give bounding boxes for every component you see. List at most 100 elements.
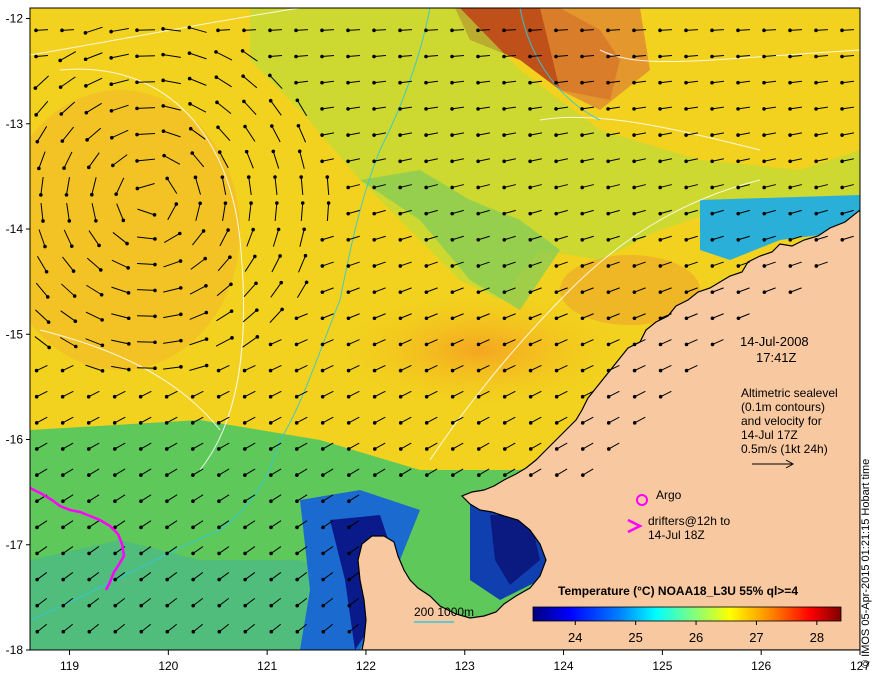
velocity-arrow-head — [684, 342, 689, 347]
velocity-arrow-head — [762, 290, 767, 294]
velocity-arrow-head — [242, 368, 247, 373]
velocity-arrow-head — [502, 368, 507, 373]
velocity-arrow-head — [398, 211, 403, 216]
velocity-arrow-head — [153, 237, 157, 241]
altimetry-line-4: 14-Jul 17Z — [741, 428, 798, 442]
velocity-arrow-head — [295, 98, 300, 103]
velocity-arrow-head — [788, 107, 792, 111]
velocity-arrow-head — [242, 421, 247, 425]
x-tick-label: 123 — [455, 659, 475, 673]
velocity-arrow-head — [554, 237, 559, 242]
velocity-arrow-head — [135, 132, 139, 137]
velocity-arrow-head — [294, 447, 299, 451]
velocity-arrow-head — [632, 28, 636, 33]
velocity-arrow-head — [606, 421, 611, 425]
velocity-arrow-head — [201, 229, 206, 233]
velocity-arrow-head — [476, 80, 480, 85]
velocity-arrow-head — [476, 421, 481, 425]
velocity-arrow-head — [113, 473, 117, 477]
velocity-arrow-head — [476, 28, 480, 33]
velocity-arrow-head — [424, 107, 428, 111]
velocity-arrow-head — [528, 80, 532, 85]
velocity-arrow-head — [320, 28, 324, 33]
velocity-arrow-head — [278, 254, 282, 258]
velocity-arrow-head — [187, 25, 192, 30]
velocity-arrow-head — [451, 473, 455, 477]
velocity-arrow-head — [297, 149, 302, 154]
velocity-arrow-head — [161, 27, 165, 31]
velocity-arrow-head — [814, 28, 818, 33]
velocity-arrow-head — [424, 264, 429, 268]
velocity-arrow-head — [502, 290, 507, 294]
velocity-arrow-head — [450, 54, 454, 59]
velocity-arrow-head — [788, 54, 792, 59]
velocity-arrow-head — [658, 237, 663, 242]
velocity-arrow-head — [153, 262, 157, 267]
velocity-arrow-head — [710, 80, 714, 85]
drifters-line-2: 14-Jul 18Z — [648, 528, 705, 542]
velocity-arrow-head — [580, 211, 585, 216]
y-tick-label: -14 — [6, 222, 24, 236]
velocity-arrow-head — [34, 394, 39, 399]
velocity-arrow-head — [503, 473, 507, 477]
velocity-arrow-head — [87, 473, 91, 477]
velocity-arrow-head — [502, 159, 506, 164]
velocity-arrow-head — [372, 54, 376, 59]
velocity-arrow-head — [203, 256, 207, 261]
velocity-arrow-head — [736, 211, 741, 216]
velocity-arrow-head — [188, 126, 193, 131]
velocity-arrow-head — [425, 473, 429, 477]
velocity-arrow-head — [243, 551, 247, 556]
velocity-arrow-head — [61, 603, 66, 608]
velocity-arrow-head — [164, 447, 169, 451]
velocity-arrow-head — [658, 394, 663, 399]
velocity-arrow-head — [580, 264, 585, 268]
velocity-arrow-head — [554, 80, 558, 85]
colorbar-tick-label: 28 — [810, 630, 824, 645]
velocity-arrow-head — [255, 335, 260, 339]
velocity-arrow-head — [217, 603, 222, 608]
velocity-arrow-head — [450, 211, 455, 216]
velocity-arrow-head — [580, 394, 585, 399]
velocity-arrow-head — [476, 447, 481, 451]
velocity-arrow-head — [126, 266, 130, 270]
velocity-arrow-head — [153, 314, 157, 319]
velocity-arrow-head — [632, 159, 636, 164]
velocity-arrow-head — [34, 54, 38, 59]
velocity-arrow-head — [87, 525, 91, 530]
velocity-arrow-head — [320, 54, 324, 59]
velocity-arrow-head — [320, 368, 325, 373]
velocity-arrow-head — [320, 264, 325, 268]
date-text: 14-Jul-2008 — [740, 334, 809, 349]
velocity-arrow-head — [372, 447, 377, 451]
velocity-arrow-head — [554, 342, 559, 347]
velocity-arrow-head — [450, 421, 455, 425]
velocity-arrow-head — [398, 264, 403, 268]
velocity-arrow-head — [372, 80, 376, 85]
velocity-arrow-head — [161, 52, 165, 57]
velocity-arrow-head — [346, 28, 350, 33]
velocity-arrow-head — [121, 218, 126, 223]
velocity-arrow-head — [113, 551, 117, 556]
velocity-arrow-head — [216, 447, 221, 451]
velocity-arrow-head — [72, 294, 77, 298]
velocity-arrow-head — [346, 264, 351, 268]
velocity-arrow-head — [580, 342, 585, 347]
velocity-arrow-head — [502, 447, 507, 451]
velocity-arrow-head — [240, 49, 245, 53]
velocity-arrow-head — [114, 192, 118, 196]
velocity-arrow — [35, 29, 49, 31]
velocity-arrow-head — [326, 201, 331, 205]
velocity-arrow-head — [372, 211, 377, 216]
velocity-arrow-head — [37, 166, 41, 171]
velocity-arrow-head — [580, 316, 585, 321]
velocity-arrow-head — [736, 28, 740, 33]
velocity-arrow-head — [580, 159, 584, 164]
velocity-arrow-head — [424, 290, 429, 294]
velocity-arrow-head — [60, 394, 65, 399]
x-tick-label: 122 — [356, 659, 376, 673]
velocity-arrow-head — [502, 133, 506, 137]
velocity-arrow-head — [450, 133, 454, 137]
velocity-arrow-head — [34, 447, 39, 451]
velocity-arrow-head — [165, 499, 169, 504]
